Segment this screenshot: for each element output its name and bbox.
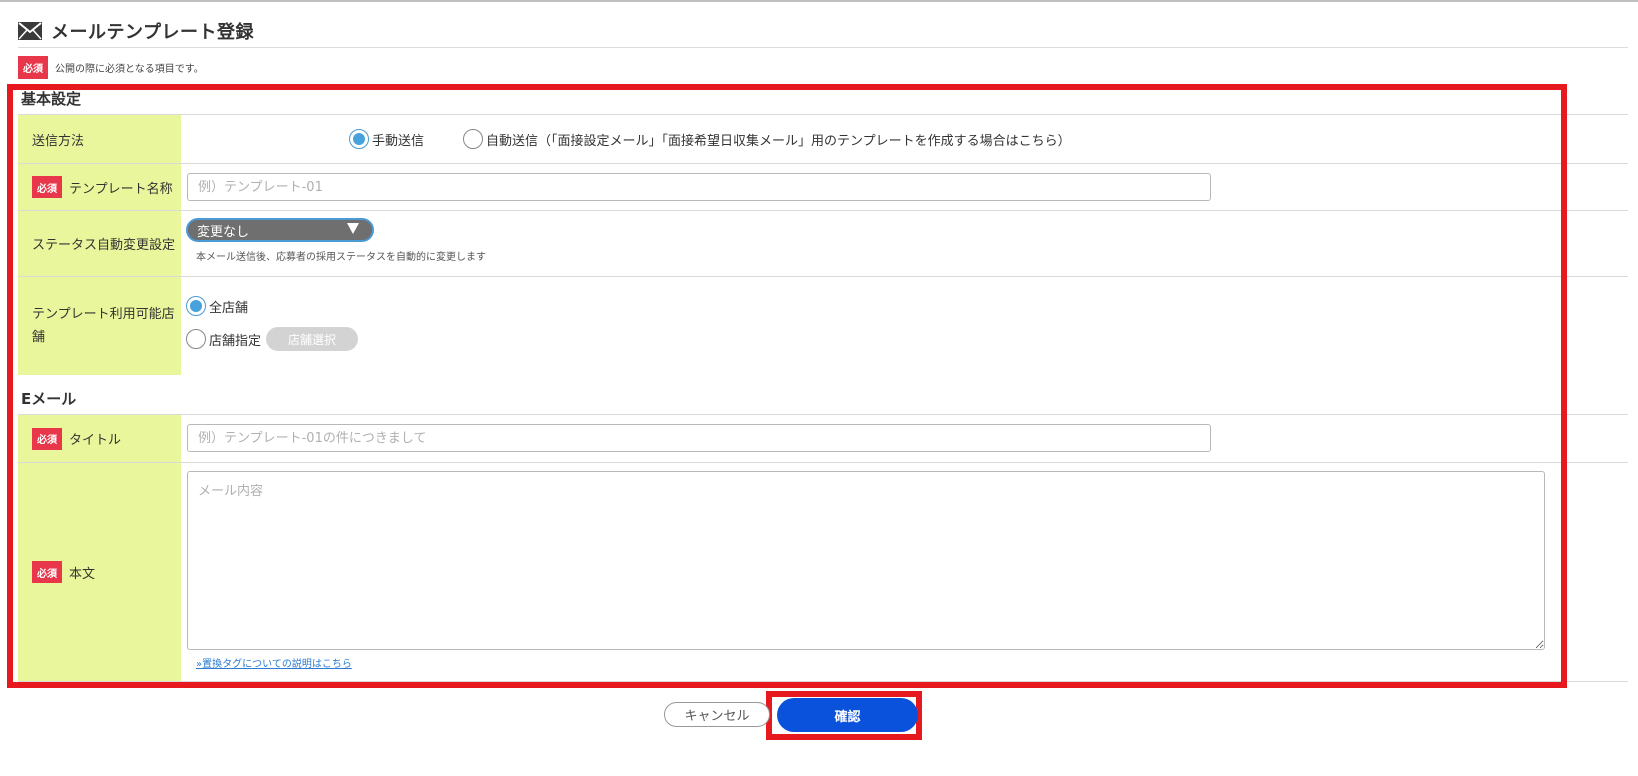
- send-method-value: 手動送信 自動送信（「面接設定メール」「面接希望日収集メール」用のテンプレートを…: [181, 115, 1628, 163]
- template-name-label: 必須 テンプレート名称: [18, 164, 181, 210]
- store-scope-label-text: テンプレート利用可能店 舗: [32, 303, 175, 349]
- status-auto-label: ステータス自動変更設定: [18, 211, 181, 276]
- email-title-input[interactable]: [187, 424, 1211, 452]
- radio-all-stores-label: 全店舗: [209, 300, 249, 316]
- email-body-label: 必須 本文: [18, 463, 181, 681]
- confirm-button[interactable]: 確認: [777, 698, 918, 732]
- store-select-button[interactable]: 店舗選択: [266, 327, 358, 351]
- required-note: 必須 公開の際に必須となる項目です。: [18, 56, 204, 79]
- mail-icon: [18, 21, 42, 40]
- template-name-label-text: テンプレート名称: [69, 181, 173, 197]
- radio-checked-icon: [349, 129, 369, 149]
- radio-unchecked-icon: [186, 329, 206, 349]
- status-helper-text: 本メール送信後、応募者の採用ステータスを自動的に変更します: [196, 252, 486, 263]
- store-scope-value: [181, 277, 1628, 375]
- required-badge: 必須: [32, 176, 62, 198]
- required-note-text: 公開の際に必須となる項目です。: [55, 64, 204, 75]
- status-select-value: 変更なし: [197, 224, 250, 240]
- radio-checked-icon: [186, 296, 206, 316]
- required-badge: 必須: [32, 561, 62, 583]
- row-send-method: 送信方法 手動送信 自動送信（「面接設定メール」「面接希望日収集メール」用のテン…: [18, 114, 1628, 163]
- page-header: メールテンプレート登録: [18, 14, 1628, 48]
- radio-specific-stores[interactable]: 店舗指定: [186, 329, 261, 349]
- status-select[interactable]: 変更なし: [186, 218, 374, 242]
- radio-all-stores[interactable]: 全店舗: [186, 296, 248, 316]
- radio-specific-stores-label: 店舗指定: [209, 333, 262, 349]
- store-scope-label: テンプレート利用可能店 舗: [18, 277, 181, 375]
- email-title-label: 必須 タイトル: [18, 415, 181, 462]
- top-divider: [0, 0, 1638, 2]
- page-title: メールテンプレート登録: [51, 21, 254, 43]
- radio-unchecked-icon: [463, 129, 483, 149]
- radio-manual-send[interactable]: 手動送信: [349, 129, 424, 149]
- required-badge: 必須: [32, 427, 62, 450]
- email-body-textarea[interactable]: [187, 471, 1545, 650]
- section-title-email: Eメール: [21, 390, 77, 408]
- store-scope-label-line2: 舗: [32, 330, 46, 345]
- cancel-button[interactable]: キャンセル: [664, 702, 770, 727]
- send-method-label-text: 送信方法: [32, 133, 85, 149]
- status-auto-label-text: ステータス自動変更設定: [32, 238, 176, 253]
- radio-auto-send[interactable]: 自動送信（「面接設定メール」「面接希望日収集メール」用のテンプレートを作成する場…: [463, 129, 1071, 149]
- replace-tag-help-link[interactable]: »置換タグについての説明はこちら: [196, 655, 352, 670]
- radio-manual-send-label: 手動送信: [372, 133, 425, 149]
- email-title-label-text: タイトル: [69, 433, 122, 448]
- template-name-input[interactable]: [187, 173, 1211, 201]
- status-auto-value: [181, 211, 1628, 276]
- triangle-down-icon: [347, 223, 359, 234]
- required-badge: 必須: [18, 56, 48, 79]
- send-method-label: 送信方法: [18, 115, 181, 163]
- section-title-basic: 基本設定: [21, 90, 82, 108]
- row-store-scope: テンプレート利用可能店 舗: [18, 276, 1628, 375]
- radio-auto-send-label: 自動送信（「面接設定メール」「面接希望日収集メール」用のテンプレートを作成する場…: [486, 133, 1071, 149]
- email-body-label-text: 本文: [69, 566, 96, 582]
- store-scope-label-line1: テンプレート利用可能店: [32, 307, 175, 322]
